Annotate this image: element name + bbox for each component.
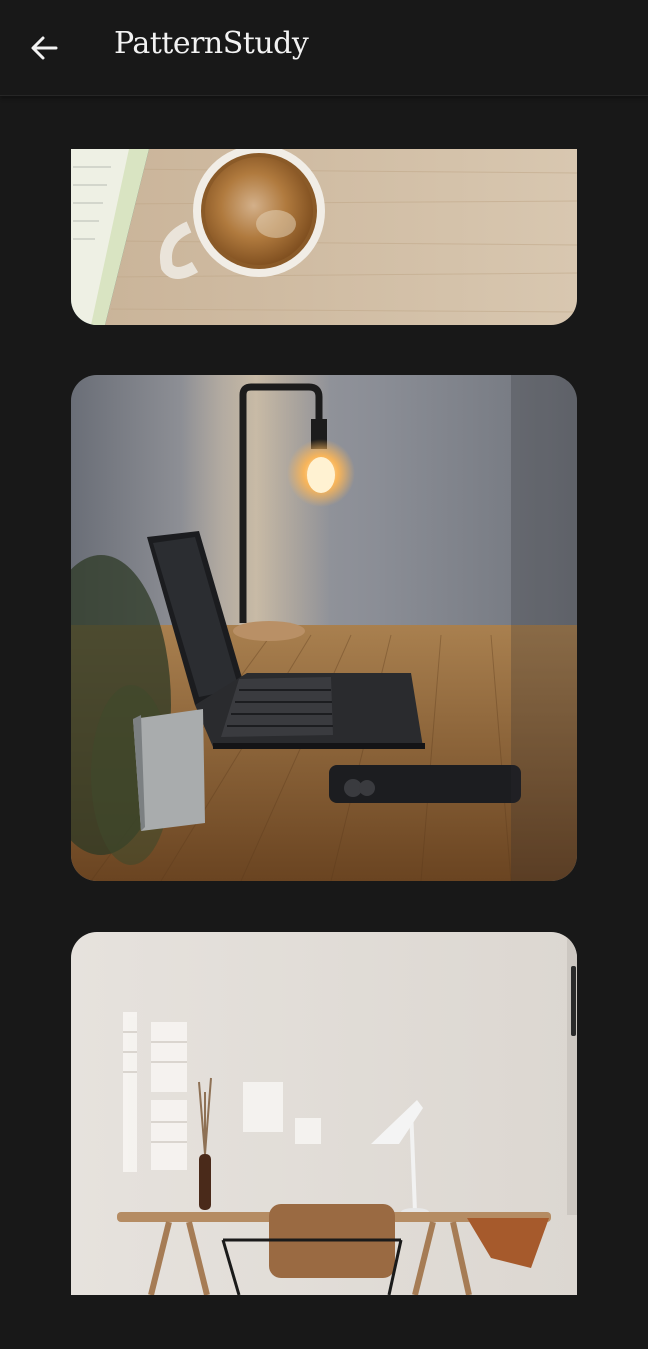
app-bar: PatternStudy (0, 0, 648, 96)
image-card-laptop[interactable] (71, 375, 577, 881)
laptop-photo (71, 375, 577, 881)
page-title: PatternStudy (114, 26, 309, 61)
image-card-coffee[interactable] (71, 149, 577, 325)
back-button[interactable] (22, 26, 66, 70)
arrow-left-icon (31, 36, 58, 60)
image-list[interactable] (0, 96, 648, 1296)
scroll-indicator (571, 966, 576, 1036)
minimal-desk-photo (71, 932, 577, 1295)
image-card-minimal[interactable] (71, 932, 577, 1295)
coffee-photo (71, 149, 577, 325)
